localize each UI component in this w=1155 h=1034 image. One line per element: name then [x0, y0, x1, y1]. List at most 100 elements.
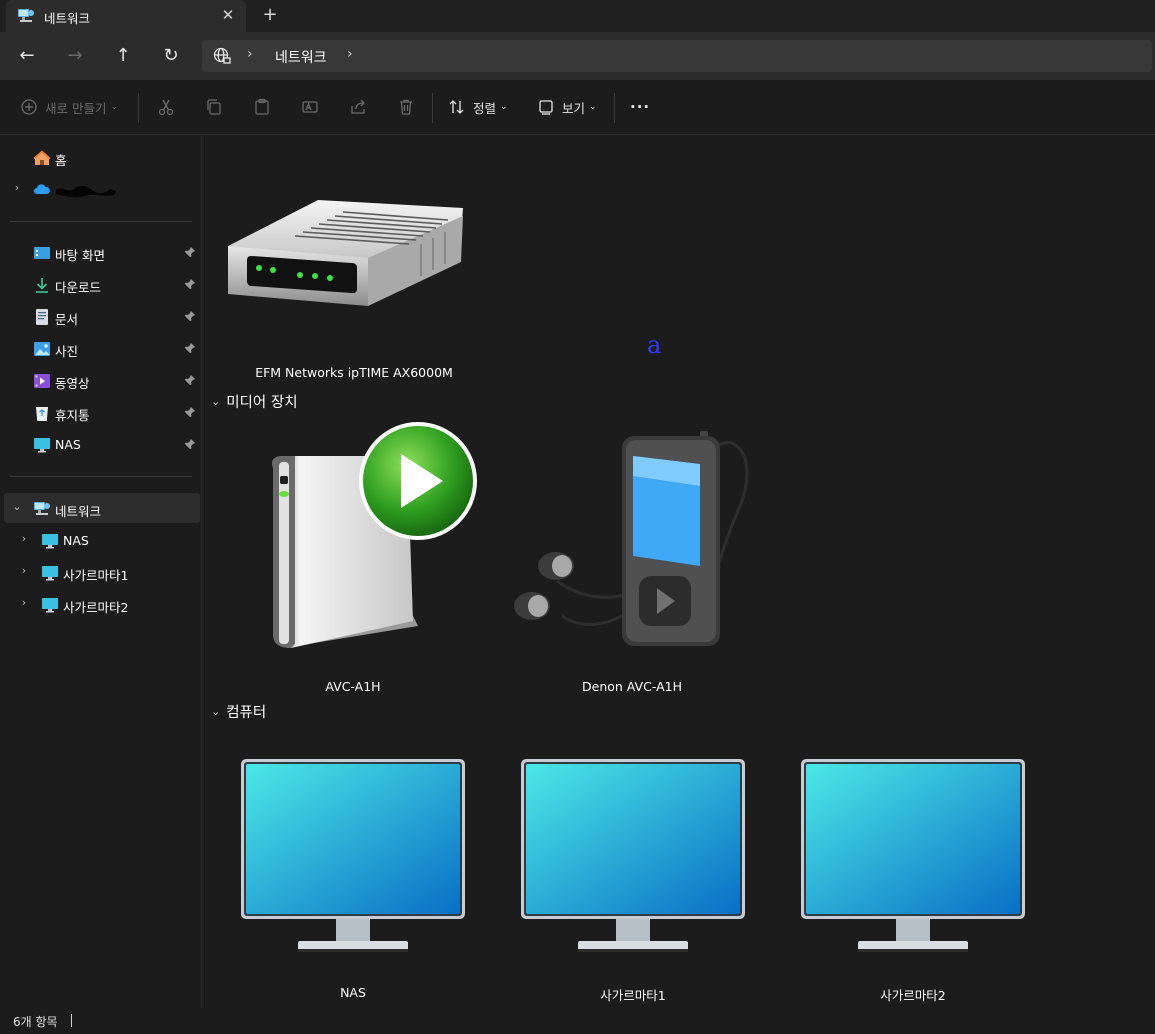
- computer-item-sagarmatha2[interactable]: 사가르마타2: [800, 756, 1026, 1006]
- more-options-button[interactable]: ···: [630, 95, 650, 119]
- computer-label: 사가르마타1: [600, 988, 666, 1003]
- network-icon: [17, 7, 35, 25]
- monitor-icon: [521, 759, 745, 952]
- tab-title: 네트워크: [44, 11, 91, 26]
- device-label: AVC-A1H: [325, 679, 381, 694]
- computer-item-sagarmatha1[interactable]: 사가르마타1: [520, 756, 746, 1006]
- share-button[interactable]: [349, 95, 367, 119]
- device-label: EFM Networks ipTIME AX6000M: [255, 365, 453, 380]
- new-button[interactable]: 새로 만들기 ⌄: [20, 95, 118, 119]
- delete-button[interactable]: [397, 95, 415, 119]
- sidebar-item-label: 사진: [55, 344, 79, 359]
- router-icon: [228, 200, 463, 306]
- redacted-account-name: [54, 181, 118, 199]
- sidebar-item-network-sagarmatha2[interactable]: › 사가르마타2: [0, 589, 202, 619]
- recycle-bin-icon: [33, 404, 51, 422]
- pictures-icon: [33, 340, 51, 358]
- share-icon: [351, 99, 365, 114]
- sidebar-item-onedrive[interactable]: ›: [0, 174, 202, 204]
- cloud-icon: [33, 181, 51, 199]
- globe-icon: [213, 47, 231, 65]
- group-header-media[interactable]: ⌄ 미디어 장치: [211, 391, 298, 412]
- chevron-right-icon[interactable]: ›: [17, 564, 31, 578]
- tab-bar: 네트워크 ✕ +: [0, 0, 1155, 32]
- up-button[interactable]: ↑: [109, 42, 137, 70]
- refresh-button[interactable]: ↻: [157, 42, 185, 70]
- status-bar: 6개 항목: [0, 1008, 1155, 1034]
- command-separator: [432, 93, 433, 123]
- sidebar-item-label: 다운로드: [55, 280, 102, 295]
- download-icon: [33, 276, 51, 294]
- sidebar-item-home[interactable]: 홈: [0, 142, 202, 172]
- chevron-right-icon[interactable]: ›: [10, 181, 24, 195]
- view-icon: [539, 100, 553, 115]
- tab-network[interactable]: 네트워크 ✕: [6, 0, 246, 32]
- chevron-down-icon: ⌄: [589, 102, 597, 112]
- scissors-icon: [158, 99, 174, 116]
- copy-button[interactable]: [205, 95, 223, 119]
- sidebar-item-label: 사가르마타2: [63, 600, 129, 615]
- paste-button[interactable]: [253, 95, 271, 119]
- pin-icon[interactable]: [184, 374, 196, 386]
- breadcrumb-separator-end[interactable]: ›: [347, 46, 353, 62]
- pin-icon[interactable]: [184, 342, 196, 354]
- cut-button[interactable]: [157, 95, 175, 119]
- device-item-router[interactable]: EFM Networks ipTIME AX6000M: [223, 186, 485, 386]
- item-count: 6개 항목: [13, 1015, 58, 1029]
- rename-icon: [302, 101, 318, 113]
- sort-icon: [449, 100, 464, 114]
- device-item-avc-a1h[interactable]: AVC-A1H: [243, 416, 477, 696]
- computer-icon: [41, 564, 59, 582]
- pin-icon[interactable]: [184, 406, 196, 418]
- breadcrumb-network[interactable]: 네트워크: [275, 47, 327, 67]
- sidebar-divider: [10, 221, 192, 222]
- monitor-icon: [801, 759, 1025, 952]
- media-server-icon: [272, 422, 477, 648]
- sidebar-item-videos[interactable]: 동영상: [0, 365, 202, 395]
- chevron-right-icon[interactable]: ›: [17, 532, 31, 546]
- computer-item-nas[interactable]: NAS: [240, 756, 466, 1006]
- sidebar-item-recycle-bin[interactable]: 휴지통: [0, 397, 202, 427]
- sidebar-item-nas-pinned[interactable]: NAS: [0, 429, 202, 459]
- chevron-right-icon[interactable]: ›: [17, 596, 31, 610]
- command-separator: [138, 93, 139, 123]
- new-tab-button[interactable]: +: [259, 4, 281, 26]
- device-label: Denon AVC-A1H: [582, 679, 682, 694]
- sidebar-item-network-sagarmatha1[interactable]: › 사가르마타1: [0, 557, 202, 587]
- sidebar-item-label: 동영상: [55, 376, 90, 391]
- view-label: 보기: [562, 100, 586, 116]
- group-title: 컴퓨터: [226, 705, 267, 721]
- computer-icon: [41, 596, 59, 614]
- chevron-down-icon[interactable]: ⌄: [10, 500, 24, 514]
- new-label: 새로 만들기: [45, 100, 107, 116]
- chevron-down-icon: ⌄: [500, 102, 508, 112]
- videos-icon: [33, 372, 51, 390]
- sidebar-item-network[interactable]: ⌄ 네트워크: [4, 493, 200, 523]
- device-item-denon-avc-a1h[interactable]: Denon AVC-A1H: [512, 416, 752, 696]
- group-title: 미디어 장치: [226, 395, 298, 411]
- view-button[interactable]: 보기 ⌄: [537, 95, 597, 119]
- breadcrumb-separator[interactable]: ›: [247, 46, 253, 62]
- back-button[interactable]: ←: [13, 42, 41, 70]
- sort-button[interactable]: 정렬 ⌄: [448, 95, 508, 119]
- computer-label: 사가르마타2: [880, 988, 946, 1003]
- pin-icon[interactable]: [184, 278, 196, 290]
- rename-button[interactable]: [301, 95, 319, 119]
- pin-icon[interactable]: [184, 246, 196, 258]
- sidebar-item-label: NAS: [63, 533, 89, 548]
- sidebar-item-network-nas[interactable]: › NAS: [0, 525, 202, 555]
- forward-button[interactable]: →: [61, 42, 89, 70]
- sidebar-item-label: 바탕 화면: [55, 248, 105, 263]
- sidebar-item-pictures[interactable]: 사진: [0, 333, 202, 363]
- sidebar-item-documents[interactable]: 문서: [0, 301, 202, 331]
- close-tab-button[interactable]: ✕: [218, 5, 238, 25]
- group-header-computers[interactable]: ⌄ 컴퓨터: [211, 701, 266, 722]
- pin-icon[interactable]: [184, 438, 196, 450]
- command-separator: [614, 93, 615, 123]
- sidebar-item-downloads[interactable]: 다운로드: [0, 269, 202, 299]
- navigation-pane: 홈 › 바탕 화면 다운로드 문서 사진 동영상 휴지통 NAS ⌄ 네트워크 …: [0, 136, 202, 1008]
- trash-icon: [400, 99, 412, 115]
- sidebar-item-desktop[interactable]: 바탕 화면: [0, 237, 202, 267]
- pin-icon[interactable]: [184, 310, 196, 322]
- address-bar[interactable]: › 네트워크 ›: [202, 40, 1152, 72]
